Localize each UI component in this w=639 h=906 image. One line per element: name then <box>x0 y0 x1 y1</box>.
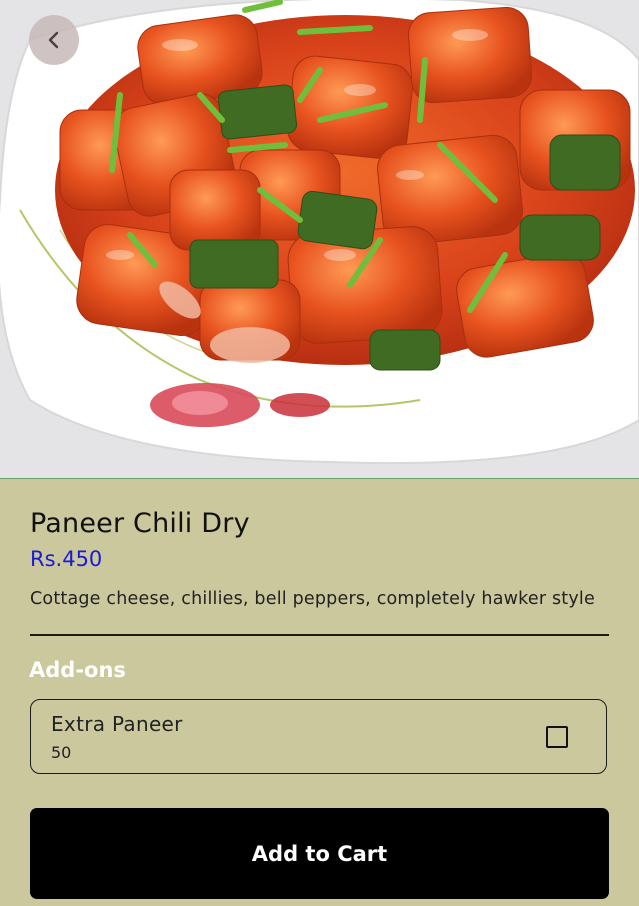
item-title: Paneer Chili Dry <box>30 508 250 539</box>
paneer-dish-illustration <box>0 0 639 478</box>
item-description: Cottage cheese, chillies, bell peppers, … <box>30 589 595 609</box>
addon-name: Extra Paneer <box>51 712 183 736</box>
item-price: Rs.450 <box>30 547 103 571</box>
addons-heading: Add-ons <box>29 658 126 682</box>
addon-price: 50 <box>51 743 72 762</box>
addon-option-extra-paneer[interactable]: Extra Paneer 50 <box>30 699 607 774</box>
back-button[interactable] <box>29 15 79 65</box>
addon-checkbox[interactable] <box>546 726 568 748</box>
divider <box>30 634 609 636</box>
item-detail-screen: Paneer Chili Dry Rs.450 Cottage cheese, … <box>0 0 639 906</box>
food-image <box>0 0 639 479</box>
add-to-cart-button[interactable]: Add to Cart <box>30 808 609 899</box>
chevron-left-icon <box>48 31 59 49</box>
